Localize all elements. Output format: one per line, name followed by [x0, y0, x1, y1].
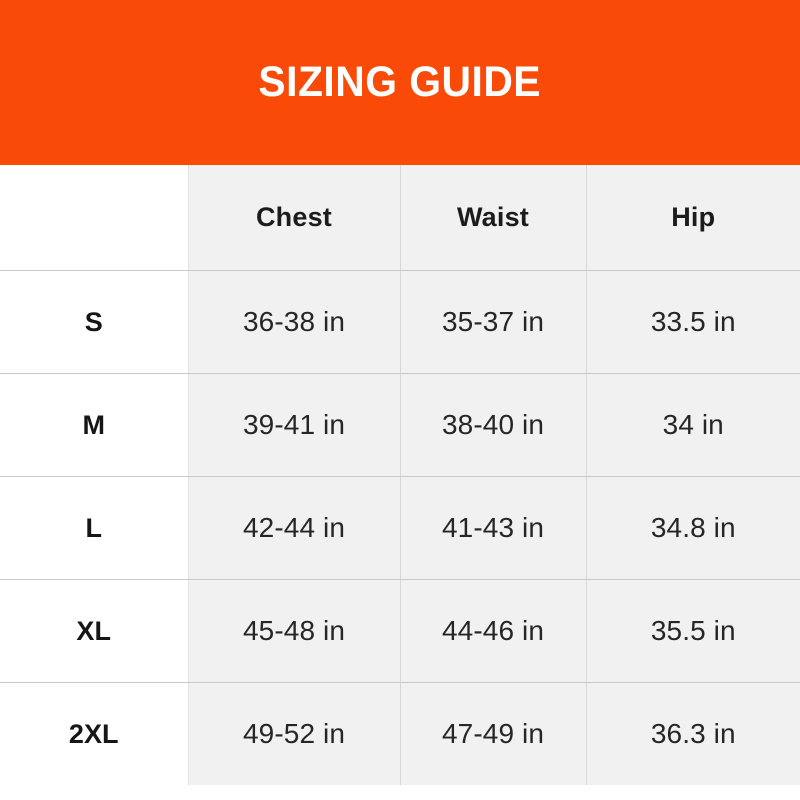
table-row: S 36-38 in 35-37 in 33.5 in	[0, 270, 800, 374]
sizing-guide-page: SIZING GUIDE Chest Waist Hip S 36-38 in …	[0, 0, 800, 800]
size-table-container: Chest Waist Hip S 36-38 in 35-37 in 33.5…	[0, 165, 800, 800]
page-title: SIZING GUIDE	[258, 58, 542, 106]
hip-value: 35.5 in	[586, 579, 800, 683]
size-label: M	[0, 373, 189, 477]
hip-value: 34.8 in	[586, 476, 800, 580]
table-row: M 39-41 in 38-40 in 34 in	[0, 373, 800, 477]
chest-value: 39-41 in	[188, 373, 401, 477]
size-label: XL	[0, 579, 189, 683]
table-corner-cell	[0, 165, 189, 271]
table-row: XL 45-48 in 44-46 in 35.5 in	[0, 579, 800, 683]
hip-value: 34 in	[586, 373, 800, 477]
column-header-chest: Chest	[188, 165, 401, 271]
banner: SIZING GUIDE	[0, 0, 800, 165]
waist-value: 38-40 in	[400, 373, 587, 477]
size-label: L	[0, 476, 189, 580]
size-label: S	[0, 270, 189, 374]
waist-value: 44-46 in	[400, 579, 587, 683]
hip-value: 36.3 in	[586, 682, 800, 785]
table-row: 2XL 49-52 in 47-49 in 36.3 in	[0, 682, 800, 785]
chest-value: 36-38 in	[188, 270, 401, 374]
size-label: 2XL	[0, 682, 189, 785]
waist-value: 41-43 in	[400, 476, 587, 580]
column-header-hip: Hip	[586, 165, 800, 271]
chest-value: 45-48 in	[188, 579, 401, 683]
table-header-row: Chest Waist Hip	[0, 165, 800, 271]
hip-value: 33.5 in	[586, 270, 800, 374]
column-header-waist: Waist	[400, 165, 587, 271]
table-header: Chest Waist Hip	[0, 165, 800, 271]
chest-value: 42-44 in	[188, 476, 401, 580]
waist-value: 35-37 in	[400, 270, 587, 374]
size-chart-table: Chest Waist Hip S 36-38 in 35-37 in 33.5…	[0, 165, 800, 785]
chest-value: 49-52 in	[188, 682, 401, 785]
table-row: L 42-44 in 41-43 in 34.8 in	[0, 476, 800, 580]
table-body: S 36-38 in 35-37 in 33.5 in M 39-41 in 3…	[0, 270, 800, 785]
waist-value: 47-49 in	[400, 682, 587, 785]
